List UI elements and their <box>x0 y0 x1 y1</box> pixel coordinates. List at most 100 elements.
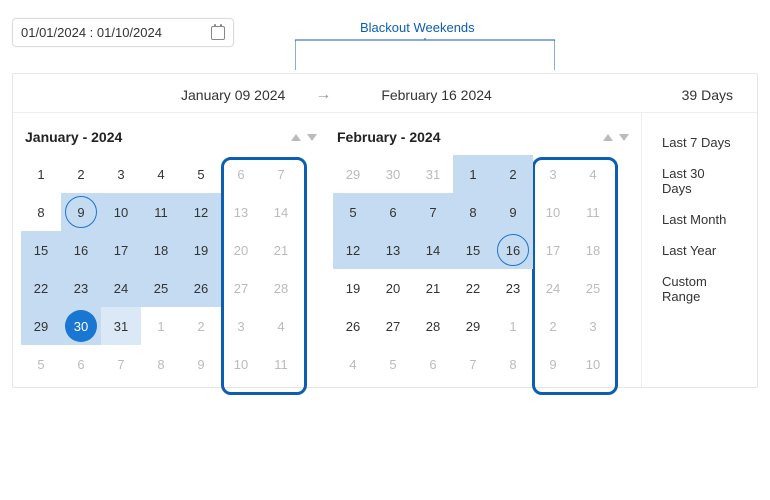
day-cell[interactable]: 6 <box>373 193 413 231</box>
day-cell[interactable]: 1 <box>141 307 181 345</box>
chevron-down-icon[interactable] <box>619 134 629 141</box>
day-cell[interactable]: 19 <box>181 231 221 269</box>
day-cell[interactable]: 22 <box>21 269 61 307</box>
day-cell[interactable]: 16 <box>61 231 101 269</box>
preset-item[interactable]: Last 30 Days <box>660 158 739 204</box>
day-cell[interactable]: 10 <box>101 193 141 231</box>
day-number: 20 <box>234 243 248 258</box>
day-cell: 3 <box>533 155 573 193</box>
day-cell[interactable]: 23 <box>61 269 101 307</box>
day-number: 11 <box>586 205 600 220</box>
day-number: 21 <box>274 243 288 258</box>
day-number: 5 <box>197 167 204 182</box>
day-cell[interactable]: 8 <box>453 193 493 231</box>
day-cell[interactable]: 26 <box>333 307 373 345</box>
month-nav <box>291 134 317 141</box>
day-cell[interactable]: 2 <box>61 155 101 193</box>
date-range-input-wrap[interactable] <box>12 18 234 47</box>
arrow-right-icon: → <box>315 86 331 104</box>
day-cell[interactable]: 31 <box>101 307 141 345</box>
day-cell: 10 <box>533 193 573 231</box>
day-cell[interactable]: 1 <box>453 155 493 193</box>
day-number: 3 <box>117 167 124 182</box>
day-cell[interactable]: 13 <box>373 231 413 269</box>
day-cell[interactable]: 5 <box>181 155 221 193</box>
day-cell[interactable]: 3 <box>101 155 141 193</box>
day-cell[interactable]: 8 <box>21 193 61 231</box>
month-title: January - 2024 <box>25 129 122 145</box>
day-number: 7 <box>117 357 124 372</box>
day-cell[interactable]: 5 <box>373 345 413 383</box>
day-cell[interactable]: 30 <box>61 307 101 345</box>
day-cell[interactable]: 22 <box>453 269 493 307</box>
day-number: 19 <box>194 243 208 258</box>
day-cell[interactable]: 5 <box>333 193 373 231</box>
day-cell: 27 <box>221 269 261 307</box>
day-cell[interactable]: 7 <box>413 193 453 231</box>
day-cell[interactable]: 11 <box>141 193 181 231</box>
day-number: 16 <box>74 243 88 258</box>
day-cell[interactable]: 6 <box>413 345 453 383</box>
day-cell[interactable]: 8 <box>493 345 533 383</box>
day-cell: 2 <box>533 307 573 345</box>
day-cell[interactable]: 1 <box>493 307 533 345</box>
day-cell[interactable]: 9 <box>181 345 221 383</box>
day-number: 10 <box>114 205 128 220</box>
chevron-down-icon[interactable] <box>307 134 317 141</box>
day-cell[interactable]: 15 <box>21 231 61 269</box>
day-cell[interactable]: 21 <box>413 269 453 307</box>
day-cell[interactable]: 6 <box>61 345 101 383</box>
date-range-input[interactable] <box>21 25 181 40</box>
day-cell[interactable]: 14 <box>413 231 453 269</box>
day-cell: 4 <box>261 307 301 345</box>
day-number: 9 <box>549 357 556 372</box>
day-cell[interactable]: 9 <box>493 193 533 231</box>
day-cell[interactable]: 16 <box>493 231 533 269</box>
day-cell[interactable]: 5 <box>21 345 61 383</box>
preset-item[interactable]: Custom Range <box>660 266 739 312</box>
day-cell[interactable]: 19 <box>333 269 373 307</box>
day-cell[interactable]: 12 <box>181 193 221 231</box>
day-number: 12 <box>346 243 360 258</box>
day-cell[interactable]: 2 <box>181 307 221 345</box>
chevron-up-icon[interactable] <box>291 134 301 141</box>
day-cell[interactable]: 30 <box>373 155 413 193</box>
day-cell[interactable]: 31 <box>413 155 453 193</box>
day-cell[interactable]: 9 <box>61 193 101 231</box>
day-cell[interactable]: 23 <box>493 269 533 307</box>
day-number: 19 <box>346 281 360 296</box>
day-cell[interactable]: 12 <box>333 231 373 269</box>
day-cell[interactable]: 1 <box>21 155 61 193</box>
day-cell[interactable]: 24 <box>101 269 141 307</box>
day-cell[interactable]: 28 <box>413 307 453 345</box>
day-cell[interactable]: 7 <box>101 345 141 383</box>
day-cell[interactable]: 20 <box>373 269 413 307</box>
day-cell[interactable]: 18 <box>141 231 181 269</box>
day-cell[interactable]: 29 <box>21 307 61 345</box>
day-number: 3 <box>549 167 556 182</box>
day-cell[interactable]: 2 <box>493 155 533 193</box>
day-cell[interactable]: 27 <box>373 307 413 345</box>
date-picker-panel: January 09 2024 → February 16 2024 39 Da… <box>12 73 758 388</box>
preset-item[interactable]: Last Year <box>660 235 739 266</box>
day-number: 2 <box>77 167 84 182</box>
blackout-callout-label: Blackout Weekends <box>360 20 475 35</box>
day-cell[interactable]: 8 <box>141 345 181 383</box>
preset-item[interactable]: Last 7 Days <box>660 127 739 158</box>
day-number: 1 <box>509 319 516 334</box>
day-cell[interactable]: 4 <box>141 155 181 193</box>
day-cell[interactable]: 26 <box>181 269 221 307</box>
day-number: 10 <box>234 357 248 372</box>
day-number: 4 <box>277 319 284 334</box>
day-cell[interactable]: 15 <box>453 231 493 269</box>
chevron-up-icon[interactable] <box>603 134 613 141</box>
day-cell[interactable]: 4 <box>333 345 373 383</box>
day-cell[interactable]: 7 <box>453 345 493 383</box>
day-cell[interactable]: 25 <box>141 269 181 307</box>
day-cell[interactable]: 29 <box>333 155 373 193</box>
day-number: 21 <box>426 281 440 296</box>
day-number: 6 <box>77 357 84 372</box>
preset-item[interactable]: Last Month <box>660 204 739 235</box>
day-cell[interactable]: 29 <box>453 307 493 345</box>
day-cell[interactable]: 17 <box>101 231 141 269</box>
